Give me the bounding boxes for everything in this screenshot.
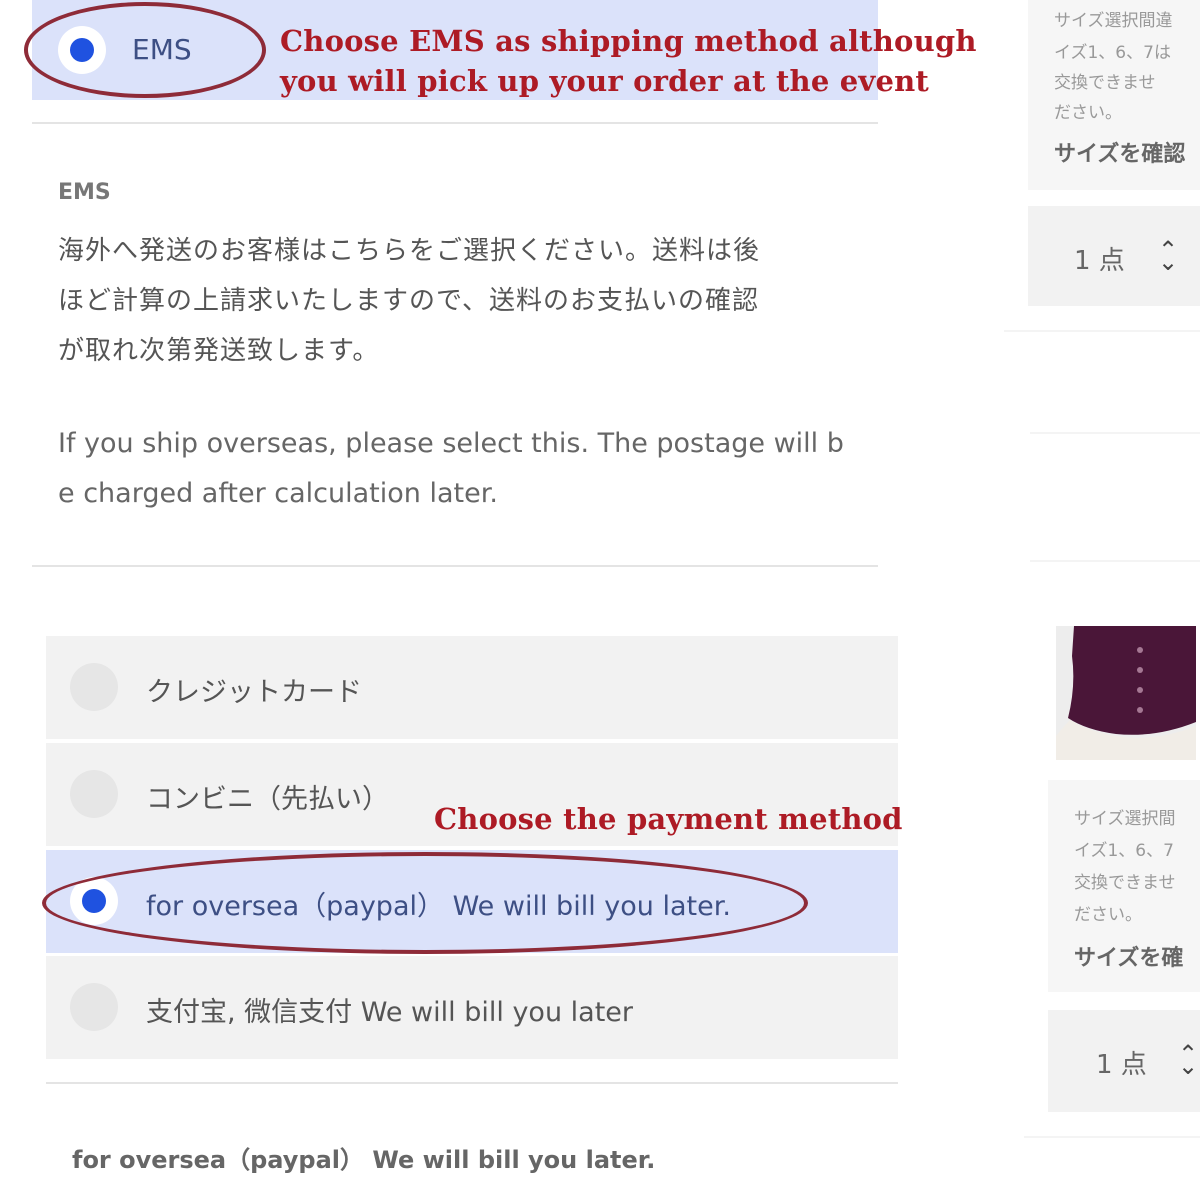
note-line: イズ1、6、7は [1054, 43, 1171, 63]
payment-option-label: コンビニ（先払い） [146, 784, 389, 815]
annotation-shipping-line2: you will pick up your order at the event [280, 64, 930, 98]
annotation-shipping-line1: Choose EMS as shipping method although [280, 24, 977, 58]
divider [1030, 560, 1200, 562]
note-line: 交換できませ [1054, 73, 1156, 93]
payment-option-credit-card[interactable]: クレジットカード [46, 636, 898, 739]
note-line: ださい。 [1074, 905, 1142, 925]
payment-radio[interactable] [70, 983, 118, 1031]
product-card-1-note: サイズ選択間違 イズ1、6、7は 交換できませ ださい。 サイズを確認 [1028, 0, 1200, 190]
note-line: イズ1、6、7 [1074, 841, 1174, 861]
up-down-spinner-icon[interactable]: ⌃ ⌄ [1178, 1042, 1198, 1078]
shipping-description-heading: EMS [58, 180, 111, 205]
payment-radio[interactable] [70, 770, 118, 818]
corset-image [1056, 626, 1196, 760]
divider [46, 1082, 898, 1084]
product-card-2-note: サイズ選択間 イズ1、6、7 交換できませ ださい。 サイズを確 [1048, 780, 1200, 992]
quantity-select-2[interactable]: 1 点 ⌃ ⌄ [1048, 1010, 1200, 1112]
product-image[interactable] [1056, 626, 1196, 760]
divider [1004, 330, 1200, 332]
note-line: ださい。 [1054, 103, 1122, 123]
shipping-description-jp-line-3: が取れ次第発送致します。 [58, 336, 380, 366]
note-line: サイズ選択間違 [1054, 11, 1173, 31]
note-line: 交換できませ [1074, 873, 1176, 893]
divider [1030, 432, 1200, 434]
payment-radio[interactable] [70, 663, 118, 711]
size-check-text: サイズを確認 [1054, 142, 1186, 167]
annotation-circle-ems [24, 2, 266, 98]
quantity-value: 1 点 [1074, 246, 1125, 276]
divider [32, 565, 878, 567]
size-check-text: サイズを確 [1074, 946, 1184, 971]
payment-description-cutoff [72, 1188, 772, 1200]
annotation-circle-paypal [42, 852, 808, 954]
payment-description-heading: for oversea（paypal） We will bill you lat… [72, 1146, 656, 1174]
up-down-spinner-icon[interactable]: ⌃ ⌄ [1158, 238, 1178, 274]
shipping-description-jp-line-2: ほど計算の上請求いたしますので、送料のお支払いの確認 [58, 286, 759, 316]
divider [1024, 1136, 1200, 1138]
payment-option-alipay-wechat[interactable]: 支付宝, 微信支付 We will bill you later [46, 956, 898, 1059]
payment-option-label: クレジットカード [146, 677, 362, 708]
payment-option-label: 支付宝, 微信支付 We will bill you later [146, 997, 633, 1028]
quantity-value: 1 点 [1096, 1050, 1147, 1080]
note-line: サイズ選択間 [1074, 809, 1176, 829]
shipping-description-jp-line-1: 海外へ発送のお客様はこちらをご選択ください。送料は後 [58, 236, 761, 266]
quantity-select-1[interactable]: 1 点 ⌃ ⌄ [1028, 206, 1200, 306]
divider [32, 122, 878, 124]
shipping-description-en-line-1: If you ship overseas, please select this… [58, 428, 844, 459]
annotation-payment: Choose the payment method [434, 802, 903, 836]
shipping-description-en-line-2: e charged after calculation later. [58, 478, 498, 509]
